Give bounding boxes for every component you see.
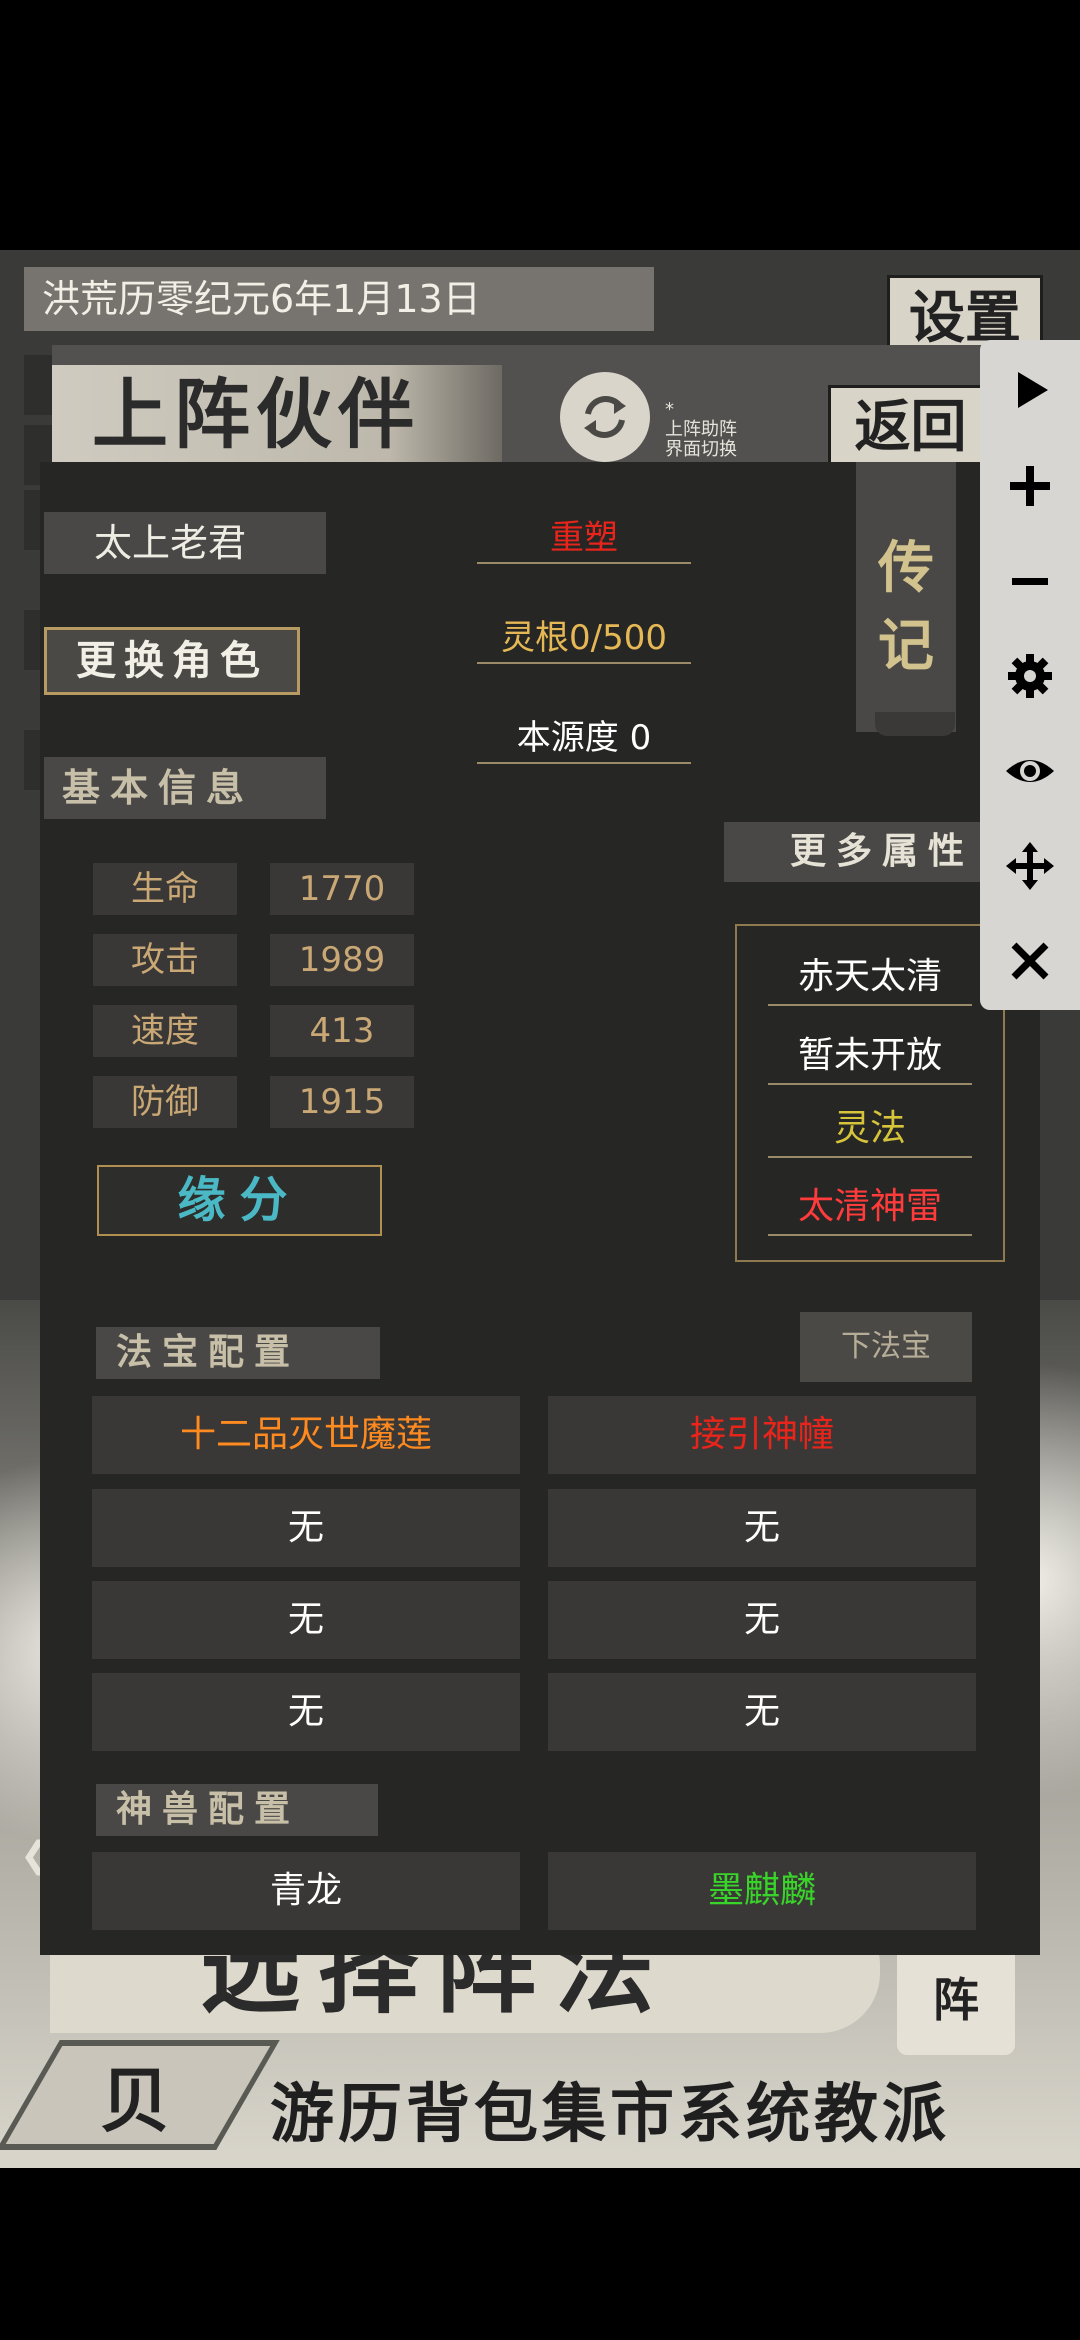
treasure-slot[interactable]: 无: [548, 1581, 976, 1659]
scroll-tail-decoration: [875, 712, 955, 736]
emblem-text: 贝: [100, 2060, 170, 2142]
stat-value: 1915: [270, 1076, 414, 1128]
bottom-navigation[interactable]: 游历背包集市系统教派: [270, 2075, 1070, 2155]
beast-config-header: 神兽配置: [96, 1784, 378, 1836]
treasure-slot[interactable]: 无: [92, 1673, 520, 1751]
gear-icon[interactable]: [980, 636, 1080, 716]
treasure-slot[interactable]: 无: [92, 1489, 520, 1567]
origin-degree-value: 本源度 0: [477, 712, 691, 764]
beast-slot[interactable]: 青龙: [92, 1852, 520, 1930]
stat-label: 速度: [93, 1005, 237, 1057]
treasure-slot[interactable]: 无: [548, 1673, 976, 1751]
note-line: 界面切换: [665, 439, 737, 460]
stat-value: 1770: [270, 863, 414, 915]
spirit-root-value[interactable]: 灵根0/500: [477, 612, 691, 664]
change-character-button[interactable]: 更换角色: [44, 627, 300, 695]
play-icon[interactable]: [980, 350, 1080, 430]
refresh-icon[interactable]: [560, 372, 650, 462]
back-button[interactable]: 返回: [828, 385, 993, 465]
note-star: *: [665, 399, 674, 420]
calendar-date: 洪荒历零纪元6年1月13日: [24, 267, 654, 331]
close-icon[interactable]: [980, 921, 1080, 1001]
treasure-slot[interactable]: 无: [92, 1581, 520, 1659]
treasure-config-header: 法宝配置: [96, 1327, 380, 1379]
biography-button[interactable]: 传记: [856, 462, 956, 732]
treasure-slot[interactable]: 十二品灭世魔莲: [92, 1396, 520, 1474]
attribute-item[interactable]: 暂未开放: [768, 1027, 972, 1085]
formation-button[interactable]: 阵: [897, 1945, 1015, 2055]
stat-label: 攻击: [93, 934, 237, 986]
page-title: 上阵伙伴: [52, 365, 502, 465]
stat-label: 防御: [93, 1076, 237, 1128]
stat-label: 生命: [93, 863, 237, 915]
move-icon[interactable]: [980, 826, 1080, 906]
stat-value: 1989: [270, 934, 414, 986]
plus-icon[interactable]: [980, 446, 1080, 526]
switch-note: * 上阵助阵 界面切换: [665, 400, 785, 464]
basic-info-header: 基本信息: [44, 757, 326, 819]
eye-icon[interactable]: [980, 731, 1080, 811]
attribute-item[interactable]: 赤天太清: [768, 948, 972, 1006]
treasure-slot[interactable]: 接引神幢: [548, 1396, 976, 1474]
minus-icon[interactable]: [980, 541, 1080, 621]
character-name: 太上老君: [44, 512, 326, 574]
treasure-slot[interactable]: 无: [548, 1489, 976, 1567]
beast-slot[interactable]: 墨麒麟: [548, 1852, 976, 1930]
fate-button[interactable]: 缘分: [97, 1165, 382, 1236]
attribute-item[interactable]: 太清神雷: [768, 1178, 972, 1236]
attribute-item[interactable]: 灵法: [768, 1100, 972, 1158]
note-line: 上阵助阵: [665, 419, 737, 440]
reshape-button[interactable]: 重塑: [477, 512, 691, 564]
unequip-treasure-button[interactable]: 下法宝: [800, 1312, 972, 1382]
stat-value: 413: [270, 1005, 414, 1057]
refresh-icon-glyph: [584, 396, 626, 438]
